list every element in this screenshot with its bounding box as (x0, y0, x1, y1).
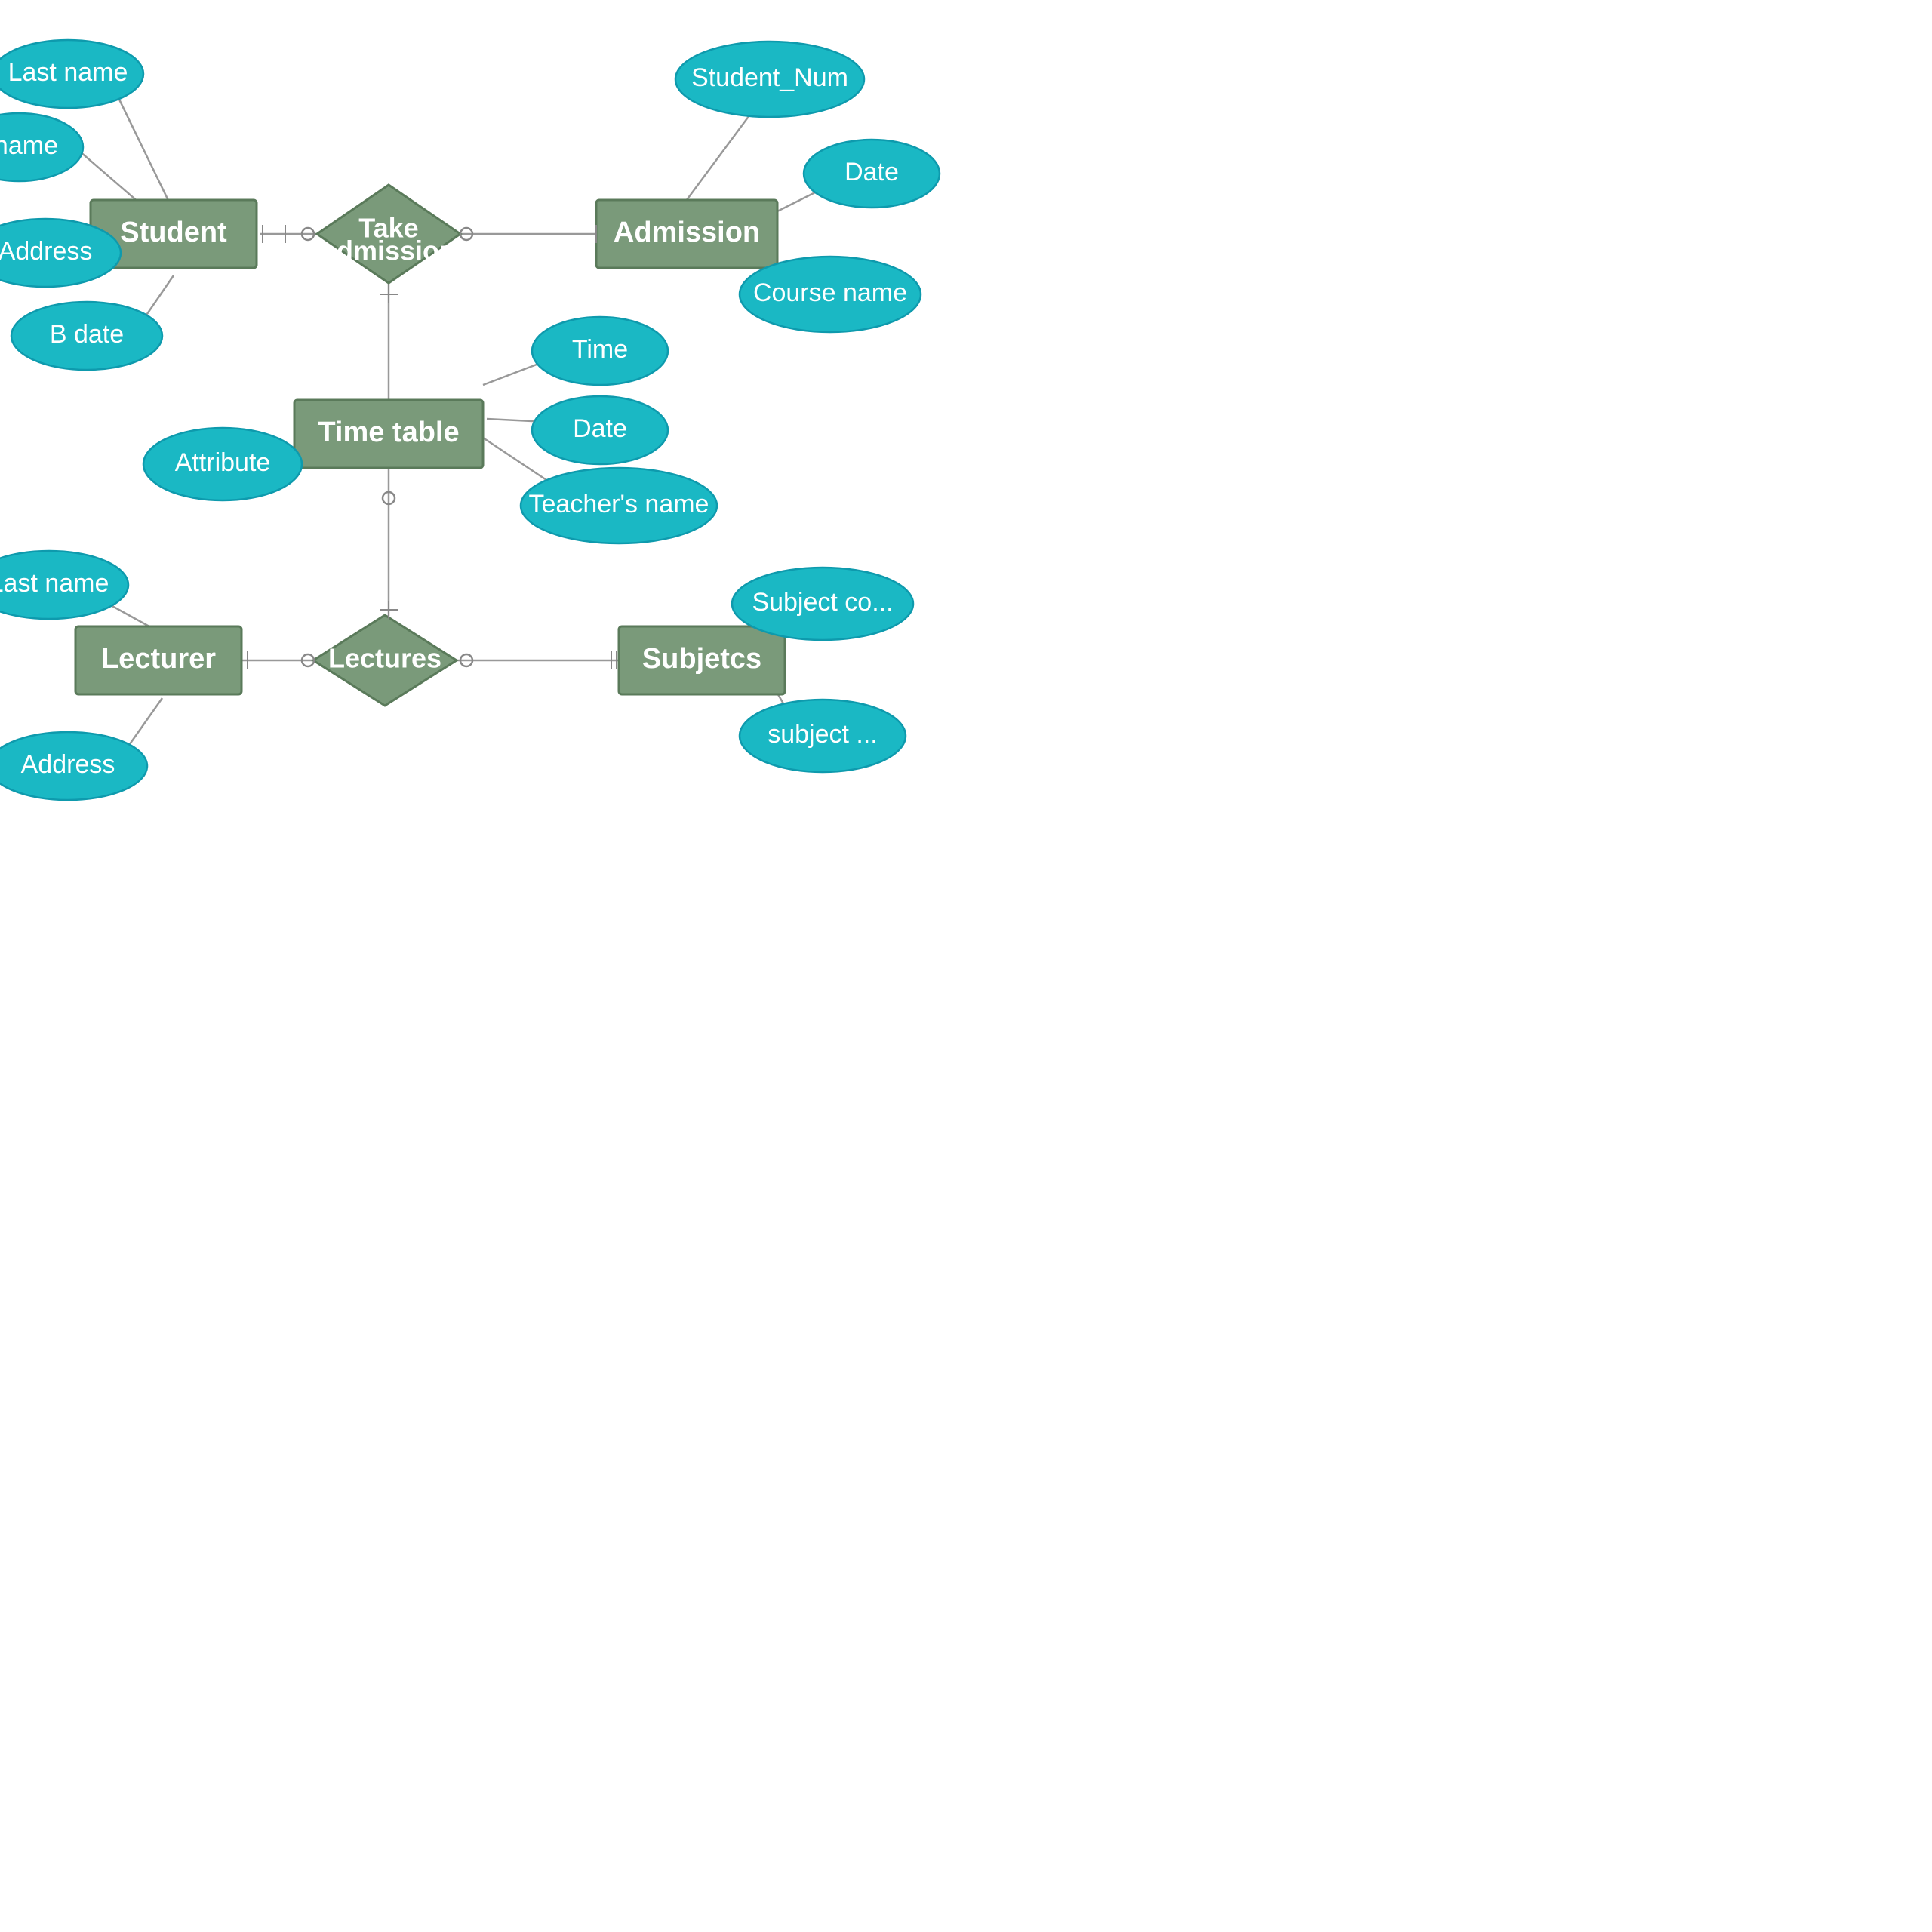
attr-attribute-label: Attribute (175, 448, 271, 477)
attr-subject-code-label: Subject co... (752, 588, 893, 617)
attr-address-top-label: Address (0, 237, 92, 266)
relationship-lectures-label: Lectures (328, 643, 441, 674)
attr-student-num-label: Student_Num (691, 63, 848, 92)
attr-course-name-label: Course name (753, 278, 907, 307)
attr-b-date-label: B date (50, 320, 124, 349)
entity-admission-label: Admission (614, 217, 760, 248)
attr-f-name-label: f name (0, 131, 58, 160)
attr-subject-label: subject ... (768, 720, 878, 749)
attr-time-label: Time (572, 335, 628, 364)
attr-teachers-name-label: Teacher's name (529, 490, 709, 518)
entity-subjetcs-label: Subjetcs (642, 643, 761, 675)
er-diagram: Student Admission Time table Lecturer Su… (0, 0, 1932, 1932)
attr-address-bot-label: Address (21, 750, 115, 779)
entity-timetable-label: Time table (318, 417, 459, 448)
attr-date-top-label: Date (844, 158, 899, 186)
entity-lecturer-label: Lecturer (101, 643, 216, 675)
attr-last-name-top-label: Last name (8, 58, 128, 87)
entity-student-label: Student (120, 217, 227, 248)
attr-date-label: Date (573, 414, 627, 443)
relationship-take-admission-label2: admission (321, 235, 456, 266)
attr-last-name-bot-label: Last name (0, 569, 109, 598)
